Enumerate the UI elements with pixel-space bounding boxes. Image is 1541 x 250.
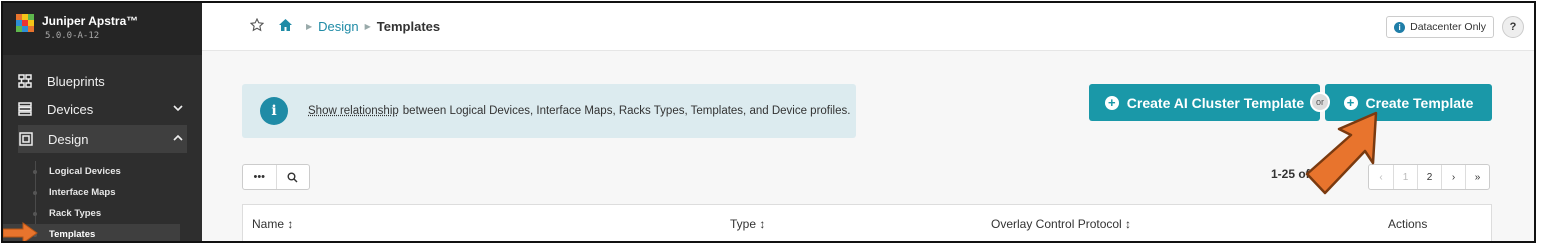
blueprints-icon [17, 73, 33, 89]
sidebar-item-logical-devices[interactable]: Logical Devices [3, 161, 202, 182]
breadcrumb-separator-icon: ▶ [364, 22, 371, 31]
chevron-up-icon[interactable] [172, 132, 184, 147]
datacenter-only-label: Datacenter Only [1410, 21, 1486, 33]
chevron-down-icon[interactable] [172, 102, 184, 117]
create-ai-cluster-template-button[interactable]: + Create AI Cluster Template [1089, 84, 1320, 121]
column-header-actions: Actions [1388, 217, 1428, 231]
show-relationship-link[interactable]: Show relationship [308, 105, 399, 117]
column-header-name[interactable]: Name ↕ [252, 217, 293, 231]
info-icon: i [1394, 21, 1406, 33]
search-icon [287, 172, 298, 182]
top-bar: ▶ Design ▶ Templates i Datacenter Only ? [202, 3, 1534, 51]
breadcrumb: ▶ Design ▶ Templates [249, 17, 441, 35]
button-label: Create Template [1365, 94, 1474, 111]
table-toolbar: ••• [242, 164, 310, 190]
annotation-arrow-icon [1305, 111, 1378, 195]
devices-icon [17, 101, 33, 117]
design-icon [18, 131, 34, 147]
brand[interactable]: Juniper Apstra™ 5.0.0-A-12 [3, 3, 202, 55]
juniper-logo-icon [16, 14, 34, 32]
star-icon[interactable] [249, 17, 265, 35]
plus-circle-icon: + [1343, 95, 1358, 110]
help-button[interactable]: ? [1502, 16, 1524, 38]
next-page-button[interactable]: › [1441, 165, 1465, 189]
sidebar-item-devices[interactable]: Devices [3, 95, 202, 123]
page-title: Templates [376, 19, 441, 34]
app-version: 5.0.0-A-12 [45, 31, 100, 42]
app-window: Juniper Apstra™ 5.0.0-A-12 Blueprints De… [1, 1, 1536, 243]
sidebar-item-label: Devices [47, 101, 94, 117]
sidebar-item-label: Design [48, 131, 89, 147]
more-options-button[interactable]: ••• [243, 165, 276, 189]
datacenter-only-badge[interactable]: i Datacenter Only [1386, 16, 1494, 38]
search-button[interactable] [275, 165, 310, 189]
annotation-arrow-icon [3, 222, 38, 241]
sidebar-item-label: Blueprints [47, 73, 105, 89]
page-2-button[interactable]: 2 [1417, 165, 1441, 189]
page-1-button[interactable]: 1 [1393, 165, 1417, 189]
app-name: Juniper Apstra™ [42, 14, 139, 28]
sidebar-item-rack-types[interactable]: Rack Types [3, 203, 202, 224]
breadcrumb-separator-icon: ▶ [306, 22, 313, 31]
column-header-type[interactable]: Type ↕ [730, 217, 765, 231]
sidebar-item-design[interactable]: Design [18, 125, 187, 153]
sidebar-item-blueprints[interactable]: Blueprints [3, 67, 202, 95]
column-header-overlay-control-protocol[interactable]: Overlay Control Protocol ↕ [991, 217, 1131, 231]
plus-circle-icon: + [1104, 95, 1119, 110]
table-header: Name ↕ Type ↕ Overlay Control Protocol ↕… [242, 204, 1492, 241]
button-label: Create AI Cluster Template [1126, 94, 1305, 111]
info-icon: i [260, 97, 288, 125]
info-banner: i Show relationship between Logical Devi… [242, 84, 856, 138]
home-icon[interactable] [278, 18, 293, 35]
sidebar-item-interface-maps[interactable]: Interface Maps [3, 182, 202, 203]
last-page-button[interactable]: » [1465, 165, 1489, 189]
breadcrumb-link-design[interactable]: Design [318, 19, 358, 34]
info-text: between Logical Devices, Interface Maps,… [402, 105, 851, 117]
sidebar-nav: Blueprints Devices Design Logical Device… [3, 55, 202, 241]
or-separator: or [1310, 92, 1330, 112]
sidebar: Juniper Apstra™ 5.0.0-A-12 Blueprints De… [3, 3, 202, 241]
